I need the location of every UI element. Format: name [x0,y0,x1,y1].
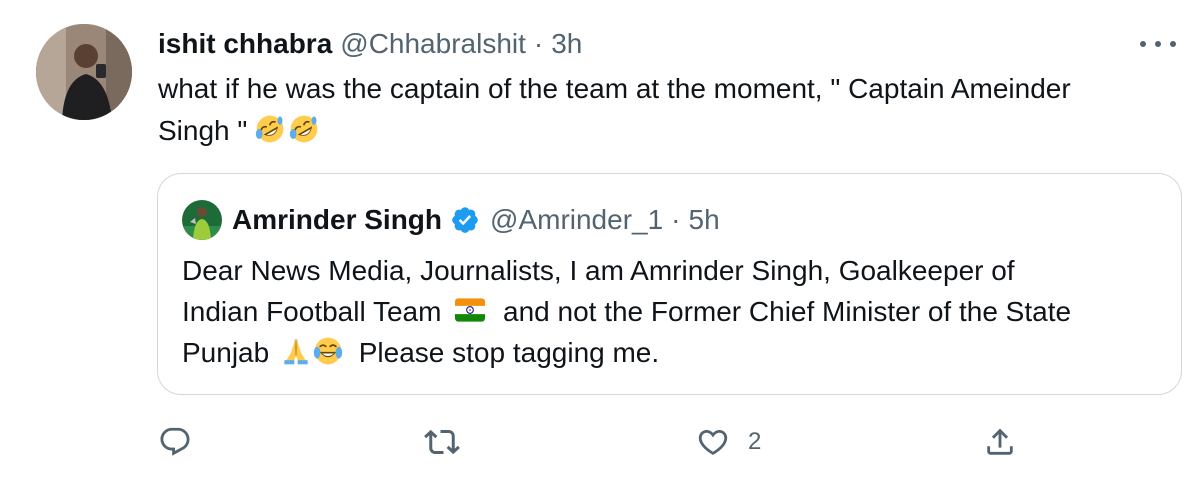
quoted-author-name[interactable]: Amrinder Singh [232,204,442,236]
reply-button[interactable] [158,420,192,464]
tweet-header: ishit chhabra @Chhabralshit · 3h [158,24,582,64]
author-name[interactable]: ishit chhabra [158,28,332,60]
reply-icon [160,427,190,456]
quoted-header-separator: · [671,204,681,235]
rolling-on-floor-laughing-emoji [255,115,284,143]
tweet-time[interactable]: 3h [551,28,582,60]
retweet-button[interactable] [424,420,460,464]
quoted-avatar-image [182,200,222,240]
rolling-on-floor-laughing-emoji [289,115,318,143]
quoted-tweet-header: Amrinder Singh @Amrinder_1 · 5h [182,200,720,240]
quoted-text-line-2b: and not the Former Chief Minister of the… [503,296,1072,327]
share-icon [987,428,1013,455]
author-avatar-image [36,24,132,120]
share-button[interactable] [983,420,1017,464]
like-button[interactable]: 2 [696,420,761,464]
author-avatar[interactable] [36,24,132,120]
quoted-tweet-time[interactable]: 5h [689,204,720,236]
header-separator: · [533,28,544,59]
tweet: ishit chhabra @Chhabralshit · 3h what if… [0,0,1200,483]
tweet-actions: 2 [158,420,1028,464]
quoted-text-line-3b: Please stop tagging me. [358,337,660,368]
folded-hands-emoji [284,339,308,365]
tweet-text-line-2: Singh " [158,115,248,146]
verified-badge-icon [450,205,480,235]
more-options-icon[interactable] [1140,34,1176,54]
author-handle[interactable]: @Chhabralshit [340,28,526,60]
quoted-tweet-text: Dear News Media, Journalists, I am Amrin… [182,250,1162,373]
quoted-tweet[interactable]: Amrinder Singh @Amrinder_1 · 5h Dear New… [157,173,1182,395]
quoted-text-line-2a: Indian Football Team [182,296,442,327]
india-flag-emoji [455,298,486,322]
like-count: 2 [748,428,762,455]
retweet-icon [424,429,460,455]
quoted-author-avatar [182,200,222,240]
face-with-tears-of-joy-emoji [313,337,343,365]
quoted-text-line-3a: Punjab [182,337,270,368]
like-icon [698,429,728,455]
tweet-text-line-1: what if he was the captain of the team a… [158,73,1071,104]
tweet-text: what if he was the captain of the team a… [158,68,1168,152]
quoted-author-handle[interactable]: @Amrinder_1 [490,204,663,236]
quoted-text-line-1: Dear News Media, Journalists, I am Amrin… [182,255,1015,286]
